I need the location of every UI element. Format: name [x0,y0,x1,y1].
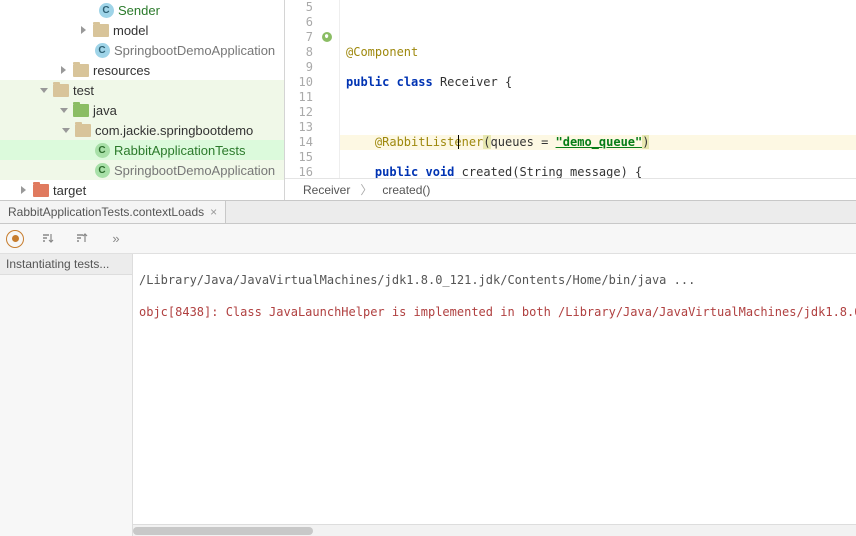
chevron-down-icon [58,104,70,116]
class-icon: C [95,43,110,58]
tree-node-app-tests[interactable]: C SpringbootDemoApplication [0,160,284,180]
test-class-icon: C [95,163,110,178]
code-line: @RabbitListener(queues = "demo_queue") [340,135,856,150]
chevron-right-icon [78,24,90,36]
tree-label: model [113,23,148,38]
gutter-line: 10 [285,75,339,90]
run-tab-label: RabbitApplicationTests.contextLoads [8,205,204,219]
excluded-folder-icon [33,184,49,197]
tree-label: target [53,183,86,198]
bean-gutter-icon[interactable] [321,31,333,43]
editor-gutter[interactable]: 5 6 7 8 9 10 11 12 13 14 15 16 [285,0,340,178]
gutter-line: 9 [285,60,339,75]
test-folder-icon [73,104,89,117]
test-tree-panel[interactable]: Instantiating tests... [0,254,133,536]
progress-indicator-icon[interactable] [6,230,24,248]
horizontal-scrollbar[interactable] [133,524,856,536]
test-toolbar: » [0,224,856,254]
gutter-line: 14 [285,135,339,150]
gutter-line: 6 [285,15,339,30]
gutter-line: 8 [285,45,339,60]
chevron-right-icon: 〉 [358,181,374,198]
tree-node-rabbit-tests[interactable]: C RabbitApplicationTests [0,140,284,160]
tree-node-resources[interactable]: resources [0,60,284,80]
test-status-text: Instantiating tests... [0,254,132,275]
code-line: public void created(String message) { [340,165,856,178]
code-line [340,105,856,120]
tree-label: RabbitApplicationTests [114,143,246,158]
folder-icon [73,64,89,77]
folder-icon [53,84,69,97]
breadcrumb[interactable]: Receiver 〉 created() [285,178,856,200]
package-icon [93,24,109,37]
gutter-line: 12 [285,105,339,120]
tree-label: SpringbootDemoApplication [114,43,275,58]
chevron-right-icon [18,184,30,196]
tree-node-java[interactable]: java [0,100,284,120]
code-line: public class Receiver { [340,75,856,90]
breadcrumb-method[interactable]: created() [374,183,438,197]
chevron-down-icon [60,124,72,136]
run-tab-bar: RabbitApplicationTests.contextLoads × [0,200,856,224]
console-panel: Instantiating tests... /Library/Java/Jav… [0,254,856,536]
tree-label: SpringbootDemoApplication [114,163,275,178]
project-tree[interactable]: C Sender model C SpringbootDemoApplicati… [0,0,285,200]
text-cursor [458,135,459,149]
package-icon [75,124,91,137]
console-line: /Library/Java/JavaVirtualMachines/jdk1.8… [139,272,850,288]
tree-node-app-class[interactable]: C SpringbootDemoApplication [0,40,284,60]
tree-label: test [73,83,94,98]
tree-label: Sender [118,3,160,18]
code-editor[interactable]: @Component public class Receiver { @Rabb… [340,0,856,178]
tree-label: resources [93,63,150,78]
tree-node-package[interactable]: com.jackie.springbootdemo [0,120,284,140]
tree-node-sender[interactable]: C Sender [0,0,284,20]
gutter-line: 11 [285,90,339,105]
gutter-line: 15 [285,150,339,165]
breadcrumb-class[interactable]: Receiver [295,183,358,197]
gutter-line: 16 [285,165,339,178]
chevron-down-icon [38,84,50,96]
sort-up-icon[interactable] [72,229,92,249]
console-output[interactable]: /Library/Java/JavaVirtualMachines/jdk1.8… [133,254,856,536]
tree-node-target[interactable]: target [0,180,284,200]
sort-down-icon[interactable] [38,229,58,249]
tree-label: com.jackie.springbootdemo [95,123,253,138]
gutter-line: 13 [285,120,339,135]
code-line [340,15,856,30]
gutter-line: 7 [285,30,339,45]
code-line: @Component [340,45,856,60]
test-class-icon: C [95,143,110,158]
console-line: objc[8438]: Class JavaLaunchHelper is im… [139,304,850,320]
tree-label: java [93,103,117,118]
class-icon: C [99,3,114,18]
editor-area: 5 6 7 8 9 10 11 12 13 14 15 16 @Componen… [285,0,856,200]
gutter-line: 5 [285,0,339,15]
chevron-right-icon [58,64,70,76]
scrollbar-thumb[interactable] [133,527,313,535]
tree-node-test[interactable]: test [0,80,284,100]
run-tab[interactable]: RabbitApplicationTests.contextLoads × [0,201,226,223]
close-icon[interactable]: × [210,205,217,219]
expand-icon[interactable]: » [106,229,126,249]
tree-node-model[interactable]: model [0,20,284,40]
